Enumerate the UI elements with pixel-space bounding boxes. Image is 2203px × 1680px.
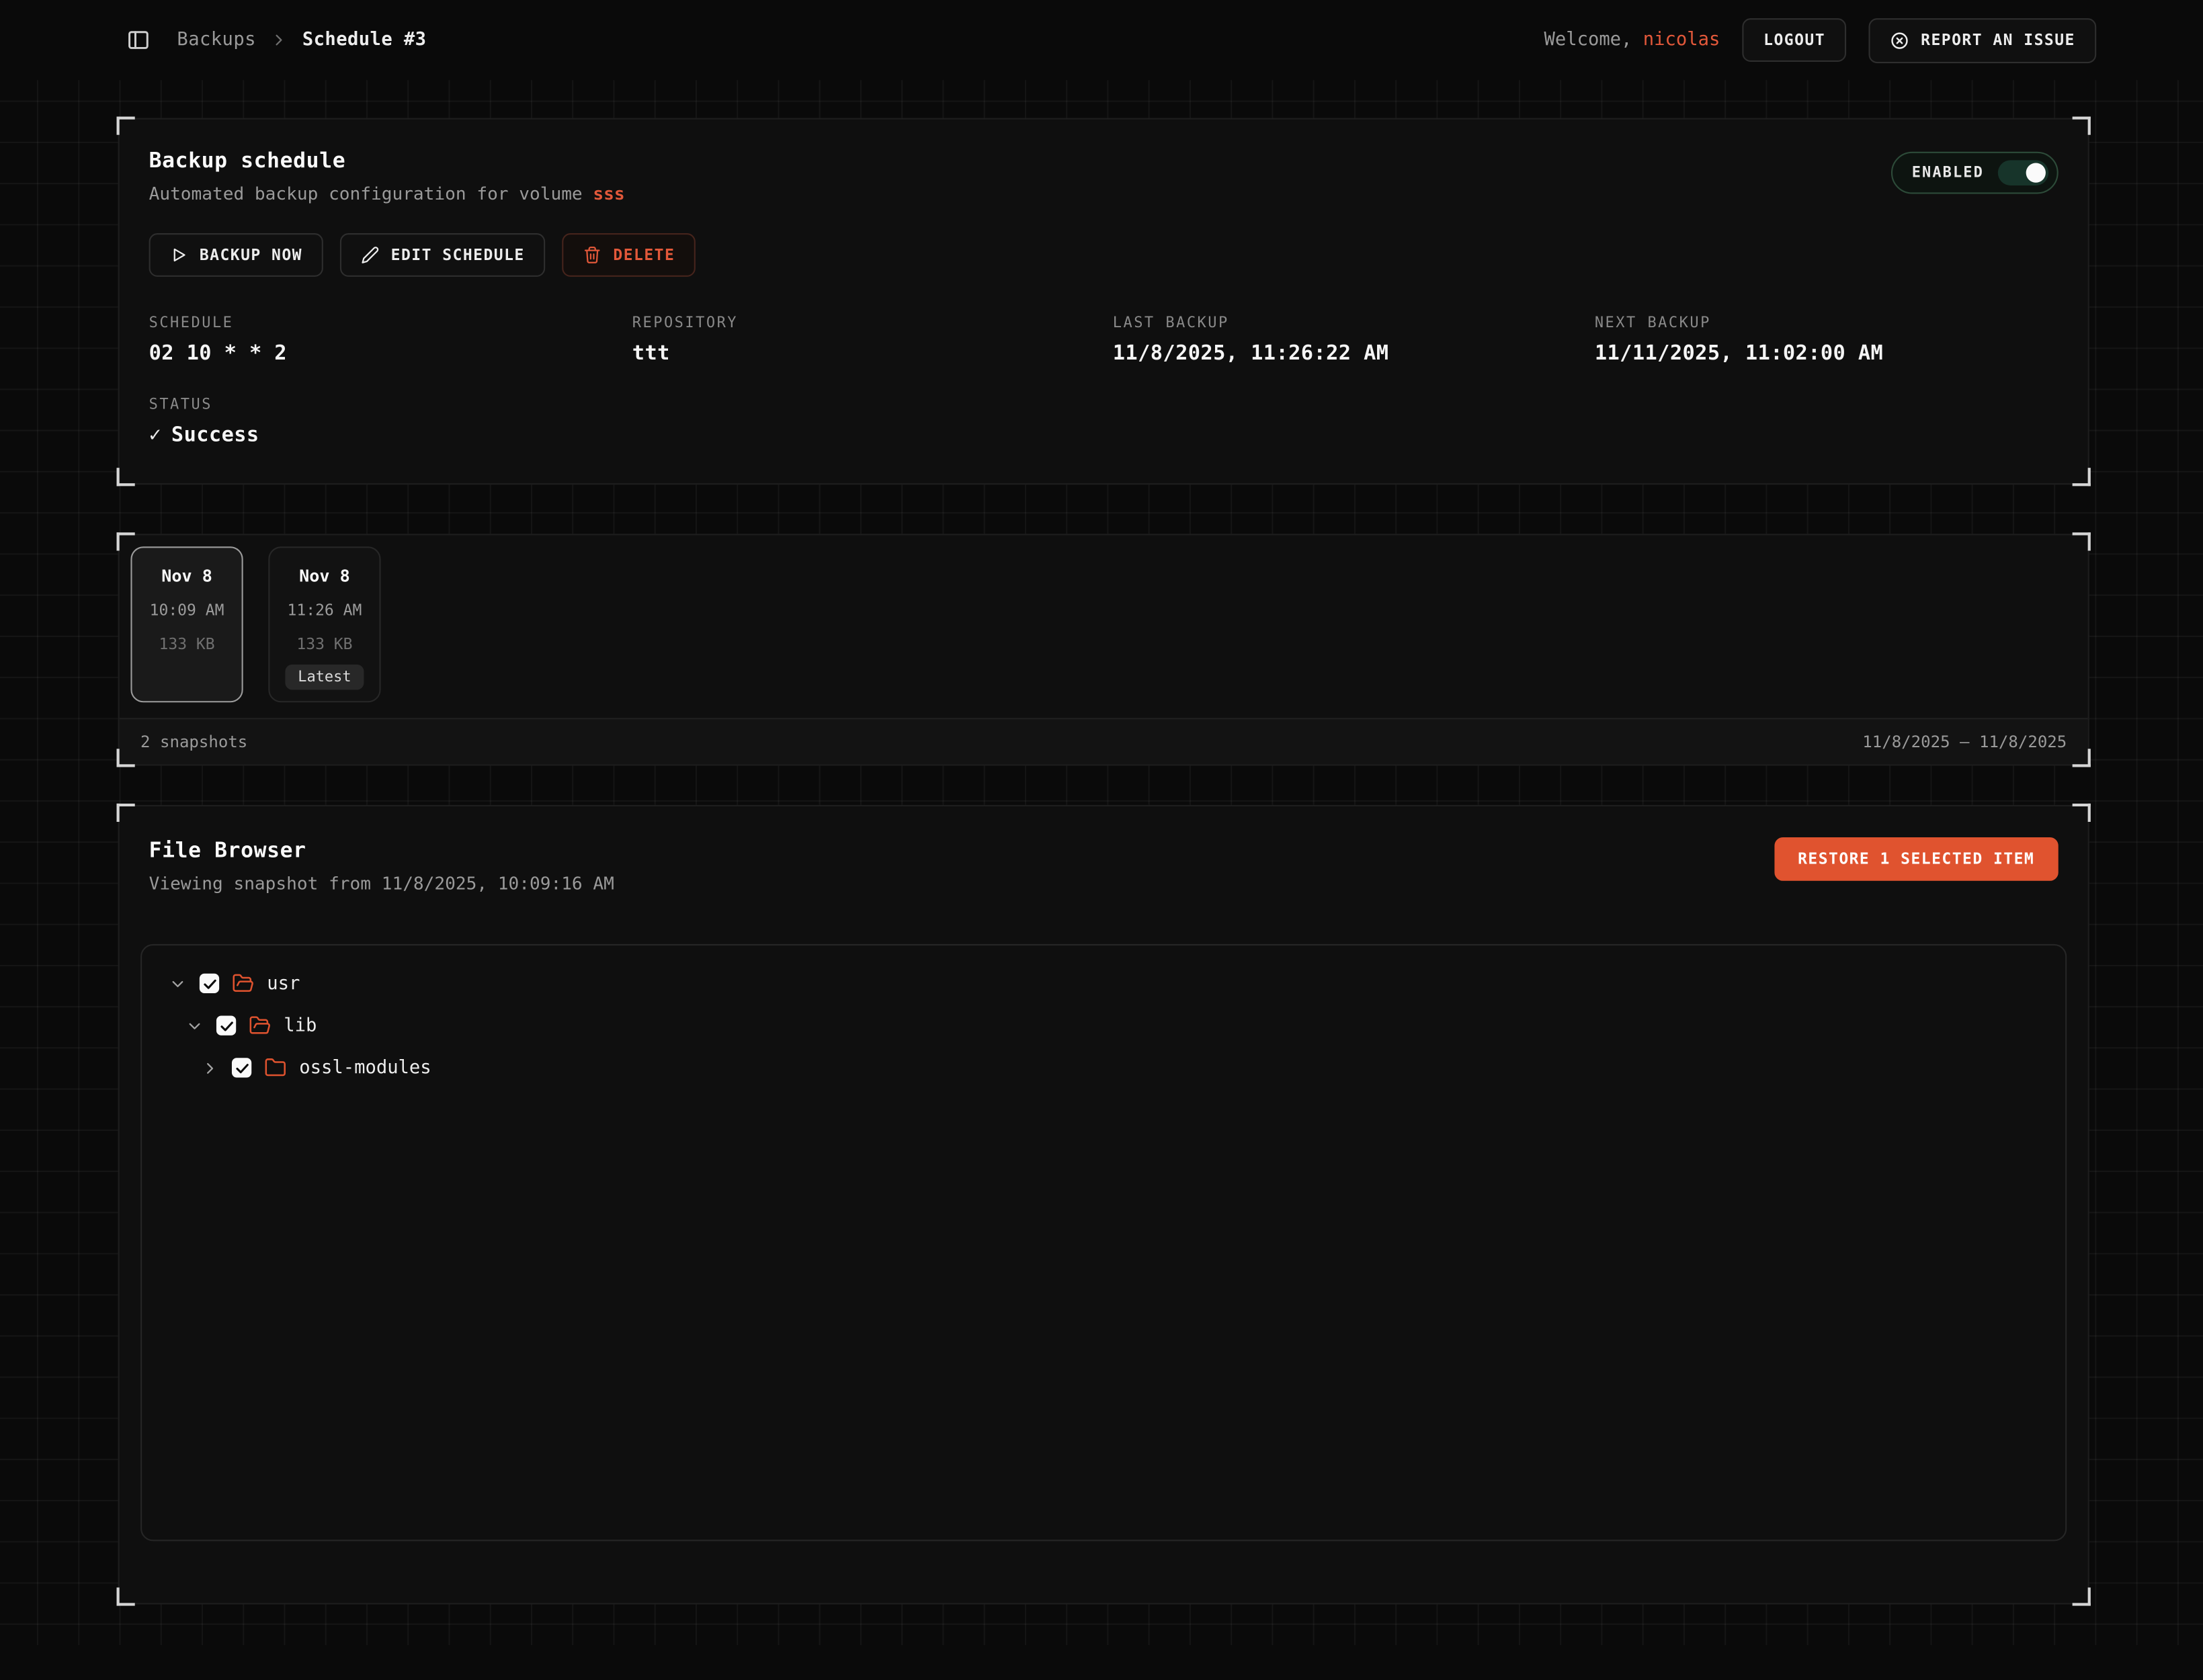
- folder-open-icon: [249, 1014, 271, 1036]
- checkbox-checked[interactable]: [232, 1058, 251, 1077]
- field-status: STATUS ✓ Success: [149, 396, 2059, 447]
- backup-schedule-card: Backup schedule Automated backup configu…: [118, 118, 2089, 485]
- checkbox-checked[interactable]: [200, 974, 219, 993]
- success-check-icon: ✓: [149, 424, 162, 446]
- logout-label: LOGOUT: [1763, 31, 1825, 49]
- sidebar-toggle-button[interactable]: [126, 28, 151, 52]
- edit-schedule-button[interactable]: EDIT SCHEDULE: [340, 233, 546, 277]
- schedule-card-title: Backup schedule: [149, 148, 625, 173]
- report-issue-button[interactable]: REPORT AN ISSUE: [1869, 17, 2096, 62]
- snapshots-card: Nov 8 10:09 AM 133 KB Nov 8 11:26 AM 133…: [118, 534, 2089, 765]
- snapshot-tile-selected[interactable]: Nov 8 10:09 AM 133 KB: [130, 546, 243, 702]
- backup-now-label: BACKUP NOW: [200, 246, 302, 264]
- breadcrumb-current-page: Schedule #3: [302, 30, 427, 50]
- field-value: 11/8/2025, 11:26:22 AM: [1113, 343, 1595, 365]
- snapshot-date: Nov 8: [299, 566, 350, 586]
- tree-row-lib[interactable]: lib: [156, 1005, 2051, 1047]
- report-issue-icon: [1890, 30, 1909, 50]
- field-repository: REPOSITORY ttt: [632, 314, 1113, 365]
- field-label: LAST BACKUP: [1113, 314, 1595, 331]
- delete-button[interactable]: DELETE: [563, 233, 696, 277]
- tree-row-ossl-modules[interactable]: ossl-modules: [156, 1046, 2051, 1089]
- field-last-backup: LAST BACKUP 11/8/2025, 11:26:22 AM: [1113, 314, 1595, 365]
- snapshot-size: 133 KB: [159, 635, 214, 653]
- status-text: Success: [171, 424, 259, 446]
- trash-icon: [584, 246, 602, 264]
- file-browser-title: File Browser: [149, 837, 614, 863]
- panel-left-icon: [126, 28, 151, 52]
- corner-bracket: [2073, 1587, 2091, 1605]
- page: Backups Schedule #3 Welcome, nicolas LOG…: [0, 0, 2203, 1645]
- field-label: SCHEDULE: [149, 314, 632, 331]
- file-tree: usr lib: [140, 944, 2067, 1542]
- breadcrumb: Backups Schedule #3: [177, 30, 426, 50]
- schedule-card-subtitle: Automated backup configuration for volum…: [149, 183, 625, 204]
- corner-bracket: [117, 117, 135, 135]
- field-next-backup: NEXT BACKUP 11/11/2025, 11:02:00 AM: [1595, 314, 2059, 365]
- field-label: REPOSITORY: [632, 314, 1113, 331]
- status-value: ✓ Success: [149, 424, 2059, 446]
- main-content: Backup schedule Automated backup configu…: [0, 80, 2203, 1680]
- snapshot-list: Nov 8 10:09 AM 133 KB Nov 8 11:26 AM 133…: [130, 546, 2076, 702]
- toggle-switch-on[interactable]: [1998, 160, 2048, 185]
- tree-item-label: usr: [267, 973, 300, 994]
- play-icon: [170, 246, 188, 264]
- field-schedule: SCHEDULE 02 10 * * 2: [149, 314, 632, 365]
- folder-open-icon: [232, 972, 254, 995]
- snapshot-date-range: 11/8/2025 – 11/8/2025: [1862, 732, 2067, 751]
- field-value: 11/11/2025, 11:02:00 AM: [1595, 343, 2059, 365]
- schedule-actions: BACKUP NOW EDIT SCHEDULE DELETE: [149, 233, 2059, 277]
- folder-icon: [264, 1056, 286, 1079]
- chevron-right-icon: [270, 31, 288, 49]
- snapshot-time: 10:09 AM: [150, 601, 224, 620]
- snapshot-count: 2 snapshots: [140, 732, 247, 751]
- tree-item-label: ossl-modules: [299, 1057, 431, 1078]
- backup-now-button[interactable]: BACKUP NOW: [149, 233, 324, 277]
- snapshot-tile[interactable]: Nov 8 11:26 AM 133 KB Latest: [268, 546, 380, 702]
- pencil-icon: [362, 246, 380, 264]
- delete-label: DELETE: [613, 246, 675, 264]
- field-value: ttt: [632, 343, 1113, 365]
- file-browser-subtitle: Viewing snapshot from 11/8/2025, 10:09:1…: [149, 872, 614, 893]
- snapshot-footer: 2 snapshots 11/8/2025 – 11/8/2025: [120, 718, 2088, 764]
- checkbox-checked[interactable]: [216, 1016, 236, 1036]
- snapshot-date: Nov 8: [161, 566, 212, 586]
- snapshot-size: 133 KB: [296, 635, 352, 653]
- breadcrumb-backups[interactable]: Backups: [177, 30, 255, 50]
- field-value: 02 10 * * 2: [149, 343, 632, 365]
- corner-bracket: [117, 1587, 135, 1605]
- field-label: STATUS: [149, 396, 2059, 413]
- toggle-knob: [2026, 163, 2046, 183]
- snapshot-time: 11:26 AM: [288, 601, 362, 620]
- report-issue-label: REPORT AN ISSUE: [1921, 31, 2075, 49]
- volume-name: sss: [593, 183, 624, 204]
- enabled-label: ENABLED: [1912, 165, 1984, 181]
- file-browser-card: File Browser Viewing snapshot from 11/8/…: [118, 805, 2089, 1605]
- tree-row-usr[interactable]: usr: [156, 962, 2051, 1005]
- restore-button[interactable]: RESTORE 1 SELECTED ITEM: [1774, 837, 2059, 881]
- corner-bracket: [117, 468, 135, 486]
- schedule-fields: SCHEDULE 02 10 * * 2 REPOSITORY ttt LAST…: [149, 314, 2059, 365]
- chevron-down-icon[interactable]: [167, 974, 187, 993]
- chevron-right-icon[interactable]: [200, 1058, 219, 1077]
- latest-badge: Latest: [285, 665, 364, 690]
- corner-bracket: [2073, 804, 2091, 822]
- welcome-prefix: Welcome,: [1544, 30, 1632, 50]
- logout-button[interactable]: LOGOUT: [1743, 18, 1847, 62]
- username: nicolas: [1643, 30, 1720, 50]
- corner-bracket: [2073, 117, 2091, 135]
- field-label: NEXT BACKUP: [1595, 314, 2059, 331]
- welcome-text: Welcome, nicolas: [1544, 30, 1720, 50]
- enabled-toggle[interactable]: ENABLED: [1890, 152, 2058, 194]
- subtitle-prefix: Automated backup configuration for volum…: [149, 183, 593, 204]
- edit-schedule-label: EDIT SCHEDULE: [391, 246, 525, 264]
- corner-bracket: [2073, 468, 2091, 486]
- top-bar: Backups Schedule #3 Welcome, nicolas LOG…: [0, 0, 2203, 80]
- restore-label: RESTORE 1 SELECTED ITEM: [1798, 850, 2034, 868]
- tree-item-label: lib: [284, 1015, 317, 1036]
- chevron-down-icon[interactable]: [184, 1017, 204, 1035]
- corner-bracket: [117, 804, 135, 822]
